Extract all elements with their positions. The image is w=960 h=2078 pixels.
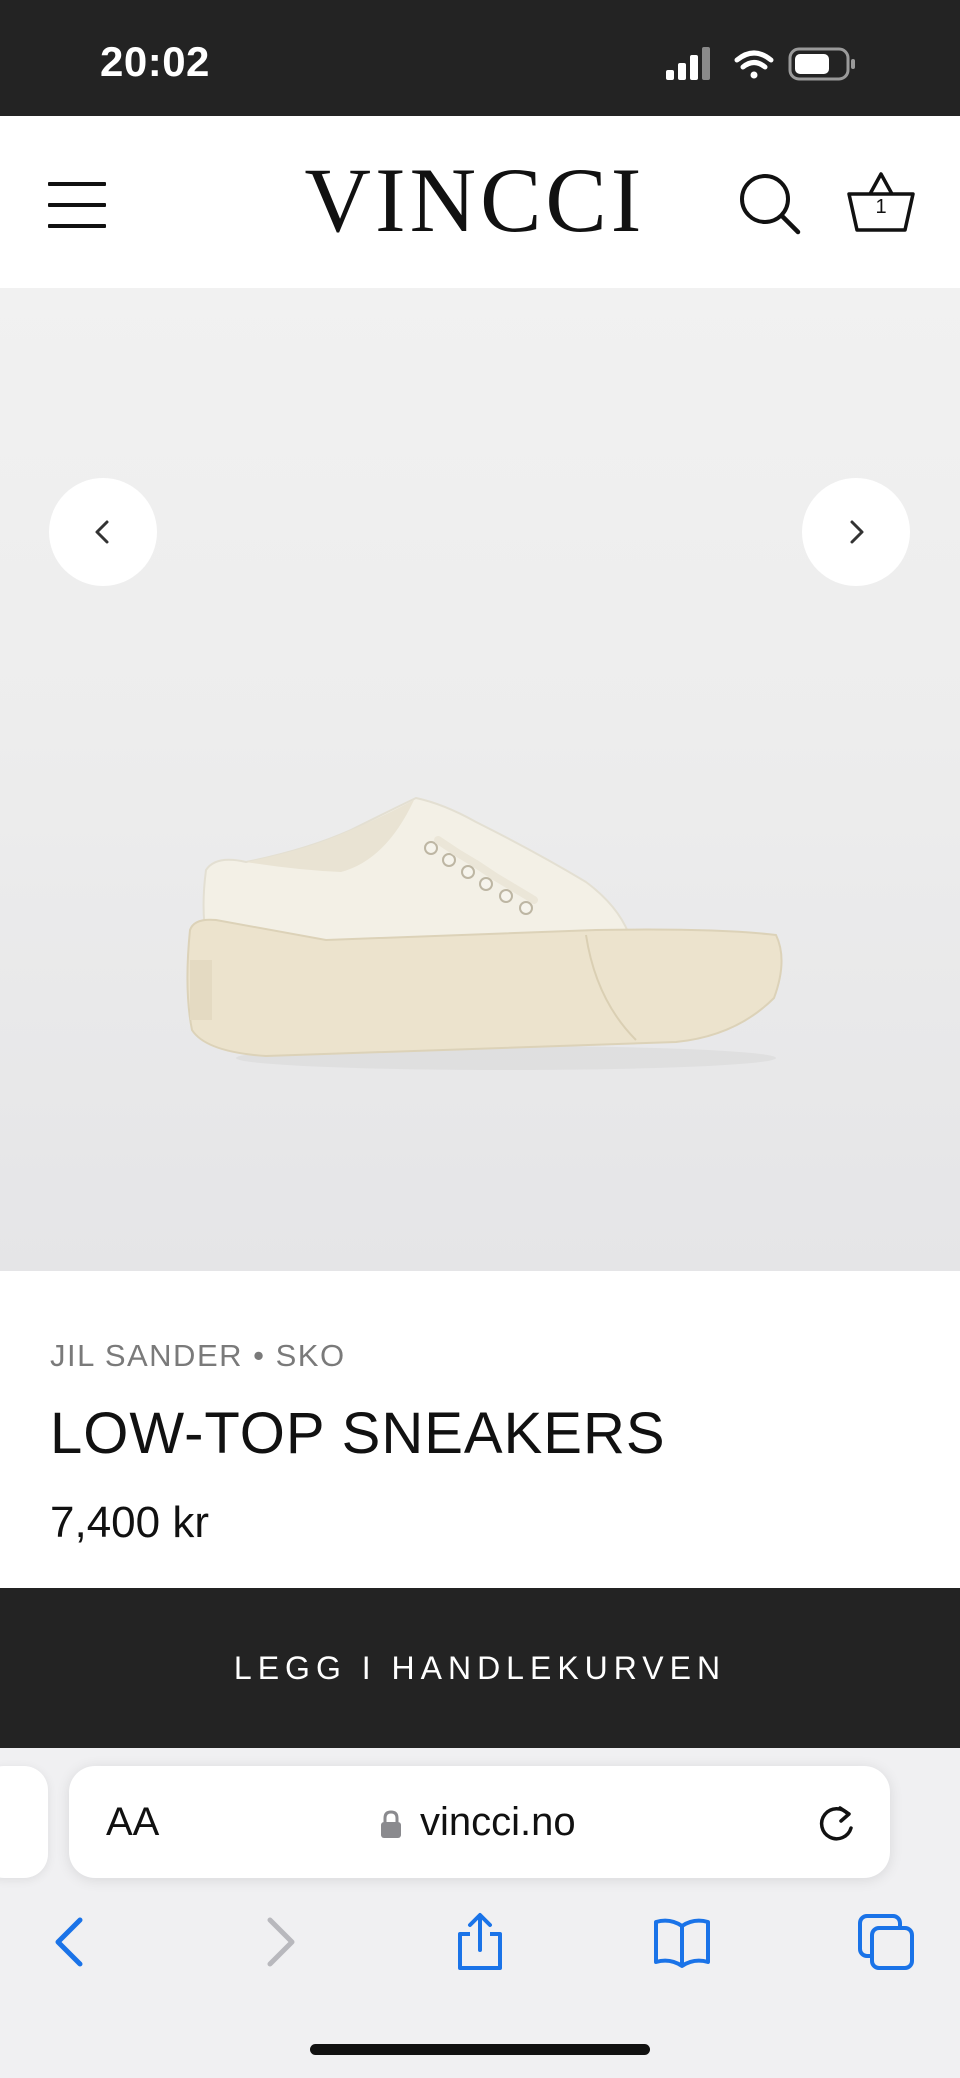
product-breadcrumb[interactable]: JIL SANDER • SKO [50,1338,346,1374]
add-to-cart-button[interactable]: LEGG I HANDLEKURVEN [0,1588,960,1748]
text-size-label: AA [106,1800,160,1844]
lock-icon [381,1810,401,1838]
bookmarks-icon[interactable] [652,1912,712,1972]
cart-count-badge: 1 [875,196,887,218]
share-icon[interactable] [450,1912,510,1972]
status-icons [666,47,855,81]
battery-icon [788,47,855,81]
wifi-icon [734,50,774,79]
url-text[interactable]: vincci.no [420,1800,576,1845]
product-image-sneaker[interactable] [176,790,796,1080]
brand-logo[interactable]: VINCCI [270,150,680,250]
search-icon[interactable] [738,172,802,236]
forward-arrow-icon[interactable] [250,1912,310,1972]
menu-icon[interactable] [48,182,108,228]
gallery-next-button[interactable] [802,478,910,586]
signal-icon [666,47,710,80]
reload-icon[interactable] [812,1800,860,1848]
back-arrow-icon[interactable] [40,1912,100,1972]
chevron-right-icon [850,520,864,544]
status-time: 20:02 [100,38,210,85]
text-size-button[interactable]: AA [106,1800,159,1845]
previous-tab-preview[interactable] [0,1766,48,1878]
home-indicator [310,2044,650,2055]
gallery-prev-button[interactable] [49,478,157,586]
product-price: 7,400 kr [50,1498,209,1547]
tabs-icon[interactable] [856,1912,916,1972]
product-gallery [0,288,960,1271]
product-title: LOW-TOP SNEAKERS [50,1401,666,1466]
chevron-left-icon [95,520,109,544]
